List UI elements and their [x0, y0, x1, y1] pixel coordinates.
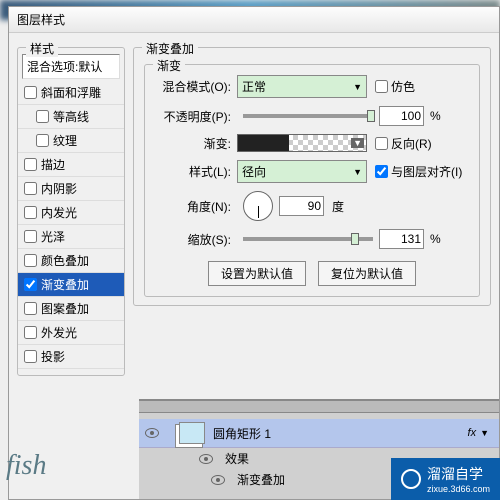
- dialog-title: 图层样式: [9, 7, 499, 33]
- style-item-color-overlay[interactable]: 颜色叠加: [18, 249, 124, 273]
- style-item-texture[interactable]: 纹理: [18, 129, 124, 153]
- blend-mode-label: 混合模式(O):: [157, 78, 237, 95]
- style-item-bevel[interactable]: 斜面和浮雕: [18, 81, 124, 105]
- visibility-eye-icon[interactable]: [199, 454, 213, 464]
- gradient-preview[interactable]: ▼: [237, 134, 367, 152]
- style-item-inner-shadow[interactable]: 内阴影: [18, 177, 124, 201]
- align-checkbox[interactable]: [375, 165, 388, 178]
- color-overlay-checkbox[interactable]: [24, 254, 37, 267]
- opacity-label: 不透明度(P):: [157, 108, 237, 125]
- scale-input[interactable]: [379, 229, 424, 249]
- pattern-overlay-checkbox[interactable]: [24, 302, 37, 315]
- layer-style-dialog: 图层样式 样式 混合选项:默认 斜面和浮雕 等高线 纹理: [8, 6, 500, 500]
- fish-watermark: fish: [6, 450, 46, 482]
- gradient-label: 渐变:: [157, 135, 237, 152]
- style-item-gradient-overlay[interactable]: 渐变叠加: [18, 273, 124, 297]
- gradient-overlay-checkbox[interactable]: [24, 278, 37, 291]
- zixue-logo-icon: [401, 469, 421, 489]
- opacity-input[interactable]: [379, 106, 424, 126]
- style-item-satin[interactable]: 光泽: [18, 225, 124, 249]
- style-item-inner-glow[interactable]: 内发光: [18, 201, 124, 225]
- style-item-pattern-overlay[interactable]: 图案叠加: [18, 297, 124, 321]
- reverse-checkbox[interactable]: [375, 137, 388, 150]
- style-dropdown[interactable]: 径向 ▼: [237, 160, 367, 183]
- chevron-down-icon: ▼: [353, 82, 362, 92]
- stroke-checkbox[interactable]: [24, 158, 37, 171]
- inner-shadow-checkbox[interactable]: [24, 182, 37, 195]
- contour-checkbox[interactable]: [36, 110, 49, 123]
- drop-shadow-checkbox[interactable]: [24, 350, 37, 363]
- chevron-down-icon: ▼: [351, 138, 364, 148]
- set-default-button[interactable]: 设置为默认值: [208, 261, 306, 286]
- fx-badge[interactable]: fx: [468, 427, 477, 439]
- section-title: 渐变叠加: [142, 40, 198, 57]
- layer-row[interactable]: 圆角矩形 1 fx ▼: [139, 419, 499, 448]
- blend-options-default[interactable]: 混合选项:默认: [22, 54, 120, 79]
- style-item-stroke[interactable]: 描边: [18, 153, 124, 177]
- style-label: 样式(L):: [157, 163, 237, 180]
- style-item-drop-shadow[interactable]: 投影: [18, 345, 124, 369]
- outer-glow-checkbox[interactable]: [24, 326, 37, 339]
- inner-glow-checkbox[interactable]: [24, 206, 37, 219]
- chevron-down-icon: ▼: [353, 167, 362, 177]
- opacity-slider[interactable]: [243, 114, 373, 118]
- chevron-down-icon[interactable]: ▼: [480, 428, 489, 438]
- style-sidebar: 样式 混合选项:默认 斜面和浮雕 等高线 纹理 描边: [17, 41, 125, 376]
- gradient-group-label: 渐变: [153, 57, 185, 74]
- reset-default-button[interactable]: 复位为默认值: [318, 261, 416, 286]
- style-item-outer-glow[interactable]: 外发光: [18, 321, 124, 345]
- dither-checkbox[interactable]: [375, 80, 388, 93]
- layer-thumbnail[interactable]: [179, 422, 205, 444]
- texture-checkbox[interactable]: [36, 134, 49, 147]
- blend-mode-dropdown[interactable]: 正常 ▼: [237, 75, 367, 98]
- angle-dial[interactable]: [243, 191, 273, 221]
- visibility-eye-icon[interactable]: [145, 428, 159, 438]
- zixue-watermark: 溜溜自学 zixue.3d66.com: [391, 458, 500, 500]
- style-item-contour[interactable]: 等高线: [18, 105, 124, 129]
- scale-slider[interactable]: [243, 237, 373, 241]
- main-panel: 渐变叠加 渐变 混合模式(O): 正常 ▼ 仿色: [125, 41, 499, 376]
- angle-input[interactable]: [279, 196, 324, 216]
- bevel-checkbox[interactable]: [24, 86, 37, 99]
- scale-label: 缩放(S):: [157, 231, 237, 248]
- angle-label: 角度(N):: [157, 198, 237, 215]
- visibility-eye-icon[interactable]: [211, 475, 225, 485]
- sidebar-label: 样式: [26, 40, 58, 57]
- satin-checkbox[interactable]: [24, 230, 37, 243]
- layer-name: 圆角矩形 1: [213, 425, 271, 442]
